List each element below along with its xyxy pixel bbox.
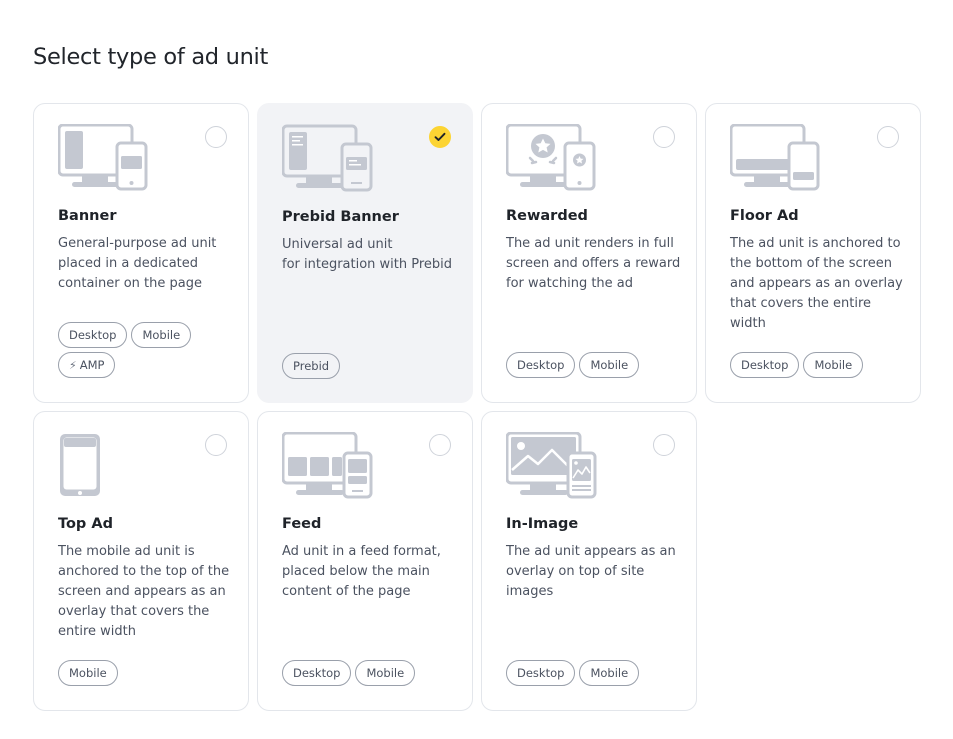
card-description: General-purpose ad unit placed in a dedic… — [58, 236, 217, 291]
card-description: Universal ad unit for integration with Pr… — [282, 237, 453, 272]
lightning-icon: ⚡ — [69, 358, 77, 372]
card-top-ad[interactable]: Top Ad The mobile ad unit is anchored to … — [33, 411, 249, 711]
card-title: In-Image — [506, 516, 579, 532]
radio-prebid-banner[interactable] — [429, 126, 451, 148]
card-title: Top Ad — [58, 516, 113, 532]
card-description: The ad unit appears as an overlay on top … — [506, 544, 676, 599]
card-prebid-banner[interactable]: Prebid Banner Universal ad unit for integ… — [257, 103, 473, 403]
top-ad-illustration-icon — [60, 434, 100, 496]
card-title: Feed — [282, 516, 322, 532]
card-description: Ad unit in a feed format, placed below th… — [282, 544, 441, 599]
tag-list: Desktop Mobile — [506, 660, 686, 686]
tag-desktop: Desktop — [282, 660, 352, 686]
card-feed[interactable]: Feed Ad unit in a feed format, placed bel… — [257, 411, 473, 711]
tag-mobile: Mobile — [579, 660, 640, 686]
tag-mobile: Mobile — [58, 660, 118, 686]
tag-desktop: Desktop — [506, 352, 576, 378]
radio-rewarded[interactable] — [653, 126, 675, 148]
tag-amp: ⚡ AMP — [58, 352, 116, 378]
tag-desktop: Desktop — [730, 352, 800, 378]
tag-mobile: Mobile — [355, 660, 416, 686]
radio-in-image[interactable] — [653, 434, 675, 456]
card-banner[interactable]: Banner General-purpose ad unit placed in … — [33, 103, 249, 403]
card-rewarded[interactable]: Rewarded The ad unit renders in full scre… — [481, 103, 697, 403]
tag-desktop: Desktop — [506, 660, 576, 686]
tag-mobile: Mobile — [131, 322, 192, 348]
tag-list: Desktop Mobile ⚡ AMP — [58, 322, 238, 378]
tag-list: Desktop Mobile — [282, 660, 462, 686]
prebid-banner-illustration-icon — [282, 124, 373, 192]
card-floor-ad[interactable]: Floor Ad The ad unit is anchored to the b… — [705, 103, 921, 403]
tag-list: Desktop Mobile — [506, 352, 686, 378]
tag-mobile: Mobile — [579, 352, 640, 378]
card-title: Floor Ad — [730, 208, 799, 224]
tag-list: Mobile — [58, 660, 238, 686]
tag-list: Desktop Mobile — [730, 352, 910, 378]
card-description: The ad unit is anchored to the bottom of … — [730, 236, 903, 331]
tag-desktop: Desktop — [58, 322, 128, 348]
page-title: Select type of ad unit — [33, 44, 269, 70]
radio-floor-ad[interactable] — [877, 126, 899, 148]
tag-prebid: Prebid — [282, 353, 341, 379]
card-title: Prebid Banner — [282, 209, 399, 225]
rewarded-illustration-icon — [506, 124, 596, 191]
card-description: The mobile ad unit is anchored to the top… — [58, 544, 230, 639]
checkmark-icon — [434, 132, 446, 141]
card-description: The ad unit renders in full screen and of… — [506, 236, 681, 291]
banner-illustration-icon — [58, 124, 148, 191]
tag-mobile: Mobile — [803, 352, 864, 378]
feed-illustration-icon — [282, 432, 373, 499]
radio-banner[interactable] — [205, 126, 227, 148]
in-image-illustration-icon — [506, 432, 597, 499]
tag-list: Prebid — [282, 353, 462, 379]
card-title: Banner — [58, 208, 117, 224]
card-title: Rewarded — [506, 208, 588, 224]
card-in-image[interactable]: In-Image The ad unit appears as an overla… — [481, 411, 697, 711]
radio-top-ad[interactable] — [205, 434, 227, 456]
floor-ad-illustration-icon — [730, 124, 820, 191]
ad-unit-grid: Banner General-purpose ad unit placed in … — [33, 103, 921, 711]
radio-feed[interactable] — [429, 434, 451, 456]
